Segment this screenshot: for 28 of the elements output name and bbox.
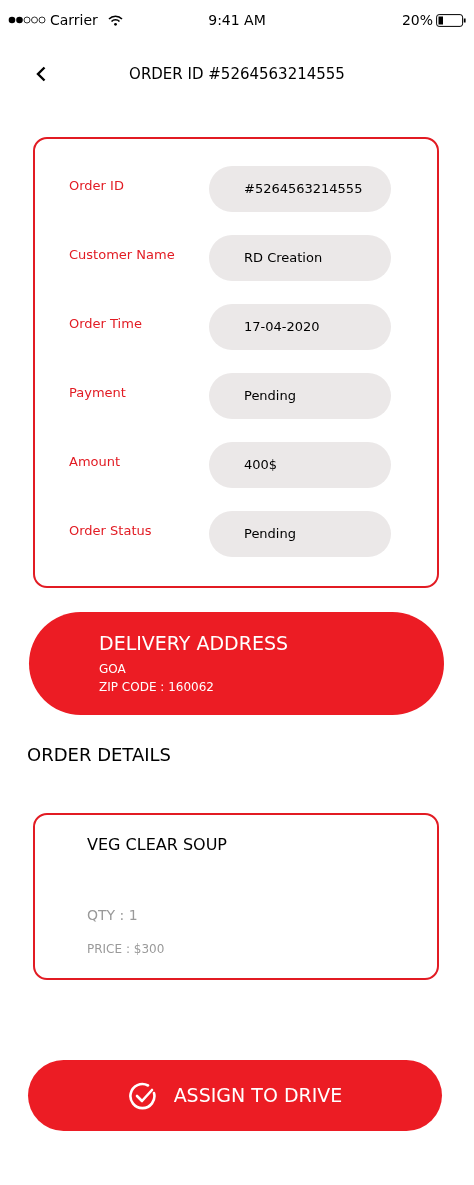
field-value: RD Creation <box>209 235 391 281</box>
item-quantity: QTY : 1 <box>87 906 139 925</box>
section-heading: ORDER DETAILS <box>27 744 172 765</box>
field-label: Amount <box>69 453 122 472</box>
field-value: #5264563214555 <box>209 166 391 212</box>
field-label: Order Status <box>69 522 153 541</box>
field-value: 400$ <box>209 442 391 488</box>
assign-button[interactable]: ASSIGN TO DRIVE <box>28 1060 442 1131</box>
field-label: Order ID <box>69 177 125 196</box>
address-line: ZIP CODE : 160062 <box>99 679 215 696</box>
field-label: Order Time <box>69 315 143 334</box>
clock-time: 9:41 AM <box>208 11 266 28</box>
address-line: GOA <box>99 661 127 678</box>
item-price: PRICE : $300 <box>87 941 166 958</box>
field-label: Customer Name <box>69 246 176 265</box>
carrier-name: Carrier <box>50 10 98 30</box>
battery-icon <box>436 13 466 27</box>
field-value: Pending <box>209 511 391 557</box>
field-value: Pending <box>209 373 391 419</box>
item-name: VEG CLEAR SOUP <box>87 834 228 856</box>
wifi-icon <box>107 14 123 26</box>
check-circle-icon <box>127 1080 158 1111</box>
delivery-address-title: DELIVERY ADDRESS <box>99 631 290 656</box>
field-value: 17-04-2020 <box>209 304 391 350</box>
page-title: ORDER ID #5264563214555 <box>129 63 345 85</box>
signal-icon <box>8 16 46 24</box>
field-label: Payment <box>69 384 127 403</box>
battery-percentage: 20% <box>401 10 433 30</box>
